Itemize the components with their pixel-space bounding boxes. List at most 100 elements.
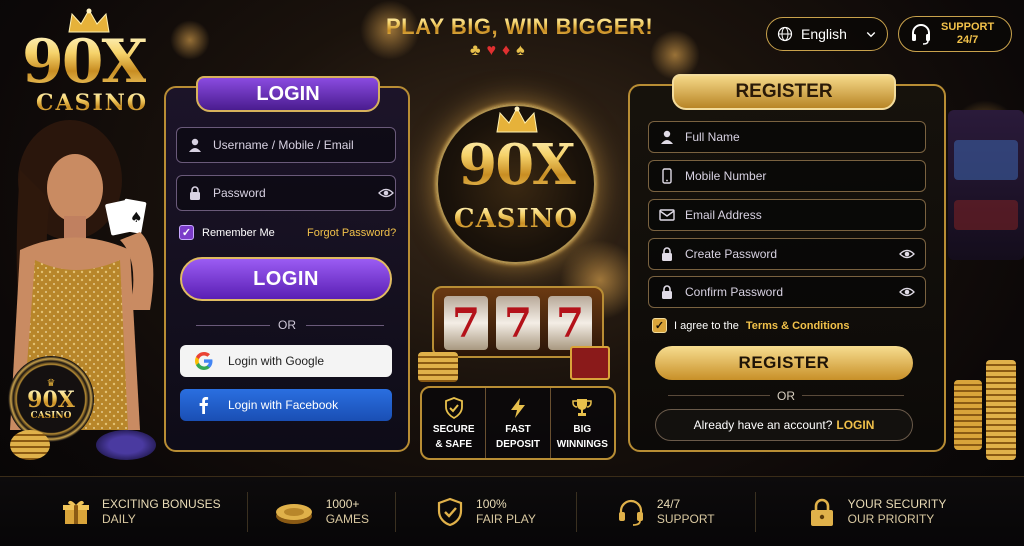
feature-line1: BIG (573, 424, 592, 435)
support-hours: 24/7 (956, 34, 979, 46)
bottom-item-fairplay: 100% FAIR PLAY (396, 491, 577, 532)
user-icon (189, 138, 201, 152)
username-input[interactable] (213, 138, 385, 152)
eye-icon[interactable] (899, 246, 915, 262)
bottom-item-support: 24/7 SUPPORT (577, 491, 756, 532)
bottom-line2: FAIR PLAY (476, 511, 536, 526)
bottom-line2: DAILY (102, 511, 136, 526)
facebook-login-button[interactable]: Login with Facebook (180, 389, 392, 421)
create-password-field[interactable] (648, 238, 926, 270)
remember-label: Remember Me (202, 226, 275, 239)
center-logo-main: 90X (444, 132, 588, 198)
register-tab[interactable]: REGISTER (672, 74, 896, 110)
username-field[interactable] (176, 127, 396, 163)
already-account-box: Already have an account? LOGIN (655, 409, 913, 441)
feature-line1: FAST (505, 424, 531, 435)
email-field[interactable] (648, 199, 926, 231)
gift-box (570, 346, 610, 380)
slot-reel: 7 (496, 296, 540, 350)
headset-icon (912, 24, 930, 45)
divider (306, 325, 384, 326)
terms-checkbox[interactable]: ✓ (652, 318, 667, 333)
bottom-line1: 1000+ (325, 496, 360, 511)
password-input[interactable] (213, 186, 368, 200)
card-suits: ♣♥♦♠ (470, 42, 531, 59)
user-icon (661, 130, 673, 144)
confirm-password-input[interactable] (685, 285, 889, 299)
features-box: SECURE & SAFE FAST DEPOSIT BIG WINNINGS (420, 386, 616, 460)
remember-checkbox[interactable]: ✓ (179, 225, 194, 240)
slot-machine-bg (948, 110, 1024, 260)
brand-logo[interactable]: 90X (22, 32, 148, 92)
register-button[interactable]: REGISTER (655, 346, 913, 380)
confirm-password-field[interactable] (648, 276, 926, 308)
mobile-field[interactable] (648, 160, 926, 192)
facebook-icon (199, 397, 209, 414)
center-logo-sub: CASINO (444, 204, 588, 234)
remember-me[interactable]: ✓ Remember Me (179, 225, 275, 240)
divider (802, 395, 904, 396)
phone-icon (662, 168, 672, 184)
chips-icon (275, 503, 312, 524)
language-selector[interactable]: English (766, 17, 888, 51)
bottom-item-bonuses: EXCITING BONUSES DAILY (0, 491, 248, 532)
login-link[interactable]: LOGIN (836, 418, 874, 432)
mobile-input[interactable] (685, 169, 915, 183)
trophy-icon (572, 399, 593, 416)
lightning-icon (510, 398, 525, 418)
bokeh-light (170, 20, 210, 60)
divider (196, 325, 270, 326)
lock-icon (190, 186, 200, 200)
globe-icon (777, 26, 793, 42)
divider (668, 395, 770, 396)
forgot-password-link[interactable]: Forgot Password? (307, 227, 396, 239)
google-login-button[interactable]: Login with Google (180, 345, 392, 377)
chip-logo-sub: CASINO (30, 410, 72, 421)
terms-link[interactable]: Terms & Conditions (746, 320, 850, 332)
login-tab[interactable]: LOGIN (196, 76, 380, 112)
eye-icon[interactable] (378, 185, 394, 201)
coin-stack (10, 430, 50, 460)
already-account-label: Already have an account? (693, 418, 833, 432)
chevron-down-icon (866, 32, 876, 38)
coin-stack (418, 352, 458, 382)
feature-winnings: BIG WINNINGS (551, 388, 614, 458)
support-label: SUPPORT (941, 21, 995, 33)
lock-icon (662, 285, 672, 299)
fullname-input[interactable] (685, 130, 915, 144)
fullname-field[interactable] (648, 121, 926, 153)
svg-text:♠: ♠ (130, 210, 143, 226)
lock-icon (662, 247, 672, 261)
eye-icon[interactable] (899, 284, 915, 300)
bottom-line2: SUPPORT (656, 511, 715, 526)
password-field[interactable] (176, 175, 396, 211)
feature-line2: DEPOSIT (496, 439, 540, 450)
poker-chip (96, 430, 156, 460)
bottom-line1: 100% (476, 496, 507, 511)
tagline: PLAY BIG, WIN BIGGER! (386, 14, 654, 39)
facebook-login-label: Login with Facebook (228, 398, 339, 412)
slot-reel: 7 (548, 296, 592, 350)
feature-deposit: FAST DEPOSIT (486, 388, 551, 458)
terms-agreement[interactable]: ✓ I agree to the Terms & Conditions (652, 318, 850, 333)
language-label: English (801, 26, 847, 42)
email-input[interactable] (685, 208, 915, 222)
google-icon (195, 352, 213, 370)
or-label: OR (777, 389, 795, 403)
gift-icon (63, 500, 89, 524)
bottom-line1: 24/7 (656, 496, 681, 511)
google-login-label: Login with Google (228, 354, 325, 368)
login-button[interactable]: LOGIN (180, 257, 392, 301)
coin-stacks (950, 320, 1024, 460)
feature-secure: SECURE & SAFE (422, 388, 487, 458)
bottom-feature-bar: EXCITING BONUSES DAILY 1000+ GAMES 100% FAI… (0, 476, 1024, 546)
support-button[interactable]: SUPPORT 24/7 (898, 16, 1012, 52)
create-password-input[interactable] (685, 247, 889, 261)
bottom-line1: EXCITING BONUSES (102, 496, 221, 511)
headset-icon (618, 499, 643, 526)
chip-logo-main: 90X (27, 386, 75, 413)
bottom-line2: OUR PRIORITY (847, 511, 935, 526)
terms-prefix: I agree to the (674, 319, 739, 332)
feature-line2: WINNINGS (556, 439, 608, 450)
bottom-line1: YOUR SECURITY (847, 496, 947, 511)
